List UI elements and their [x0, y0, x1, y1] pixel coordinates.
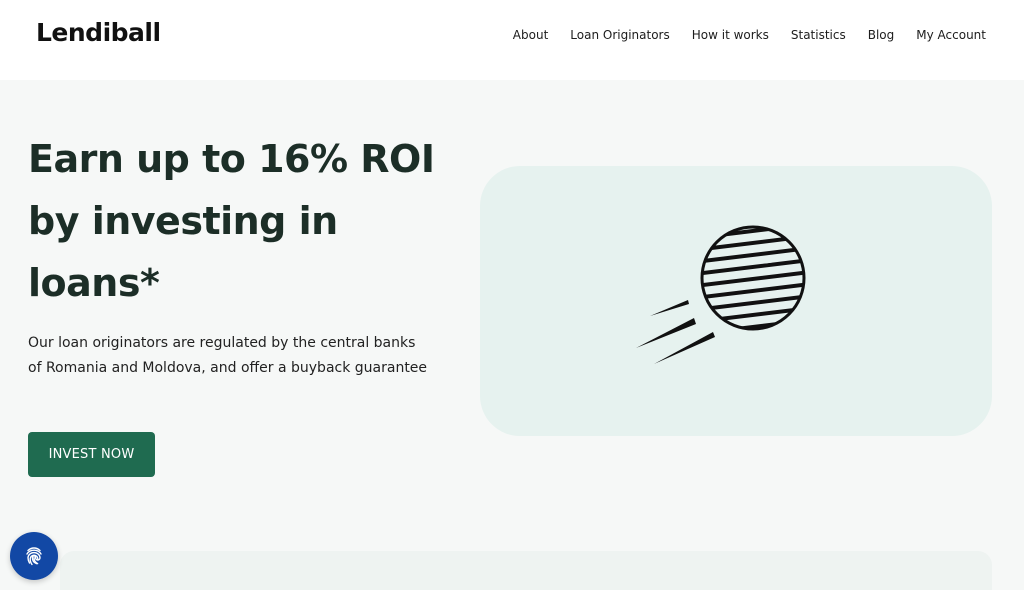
nav-link-statistics[interactable]: Statistics — [791, 28, 846, 42]
invest-now-button[interactable]: INVEST NOW — [28, 432, 155, 477]
site-logo[interactable]: Lendiball — [36, 18, 161, 47]
site-header: Lendiball About Loan Originators How it … — [0, 0, 1024, 80]
nav-link-blog[interactable]: Blog — [868, 28, 895, 42]
nav-link-about[interactable]: About — [513, 28, 548, 42]
hero-subtitle: Our loan originators are regulated by th… — [28, 335, 428, 376]
main-nav: About Loan Originators How it works Stat… — [513, 28, 986, 42]
fingerprint-button[interactable] — [10, 532, 58, 580]
fingerprint-icon — [26, 547, 42, 566]
flying-ball-icon — [636, 225, 806, 364]
content-card-preview — [60, 551, 992, 590]
hero-illustration-card — [480, 166, 992, 436]
nav-link-loan-originators[interactable]: Loan Originators — [570, 28, 669, 42]
nav-link-how-it-works[interactable]: How it works — [692, 28, 769, 42]
nav-link-my-account[interactable]: My Account — [916, 28, 986, 42]
hero-title: Earn up to 16% ROI by investing in loans… — [28, 137, 435, 305]
